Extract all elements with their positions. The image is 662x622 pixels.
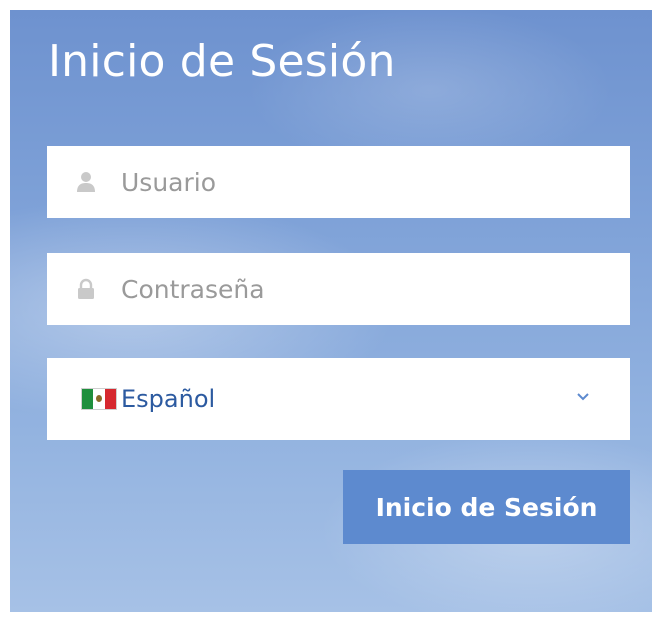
page-title: Inicio de Sesión	[48, 36, 396, 87]
login-panel: Inicio de Sesión Español Inicio de Sesió…	[10, 10, 652, 612]
login-button[interactable]: Inicio de Sesión	[343, 470, 630, 544]
chevron-down-icon	[577, 393, 589, 401]
user-icon	[77, 172, 95, 192]
username-input[interactable]	[121, 167, 591, 197]
language-selected-value: Español	[121, 385, 216, 413]
username-field[interactable]	[47, 146, 630, 218]
mexico-flag-icon	[81, 388, 117, 410]
password-input[interactable]	[121, 274, 591, 304]
lock-icon	[78, 278, 94, 299]
language-select[interactable]: Español	[47, 358, 630, 440]
password-field[interactable]	[47, 253, 630, 325]
